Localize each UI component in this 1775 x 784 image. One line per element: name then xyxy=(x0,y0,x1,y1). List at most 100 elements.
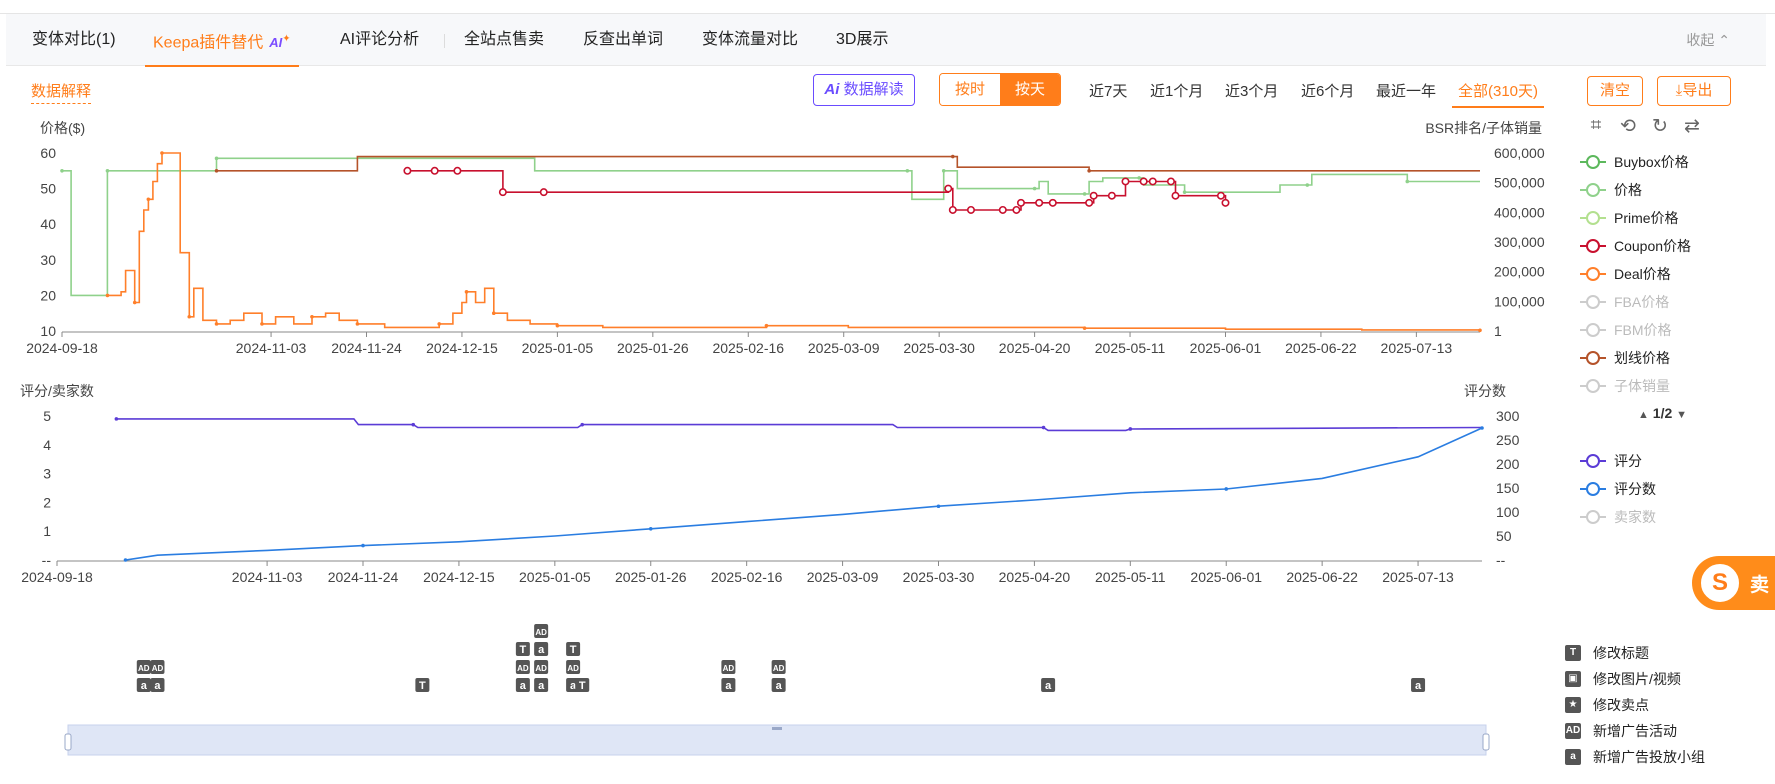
series-point xyxy=(114,417,119,421)
chart-1-ytick-right: 50 xyxy=(1496,528,1512,544)
chart-1-xtick-label: 2025-05-11 xyxy=(1095,569,1166,585)
chart-1-xtick-label: 2025-06-01 xyxy=(1190,569,1262,585)
coupon-point xyxy=(1121,177,1130,186)
chart-0-ytick-right: 1 xyxy=(1494,323,1502,339)
amazon-icon: a xyxy=(1565,749,1581,765)
legend-swatch xyxy=(1580,295,1606,309)
legend-deal-price[interactable]: Deal价格 xyxy=(1580,260,1691,288)
series-Coupon价格-line xyxy=(407,170,1227,211)
series-point xyxy=(146,197,151,202)
series-point xyxy=(361,543,365,548)
coupon-point xyxy=(430,166,439,175)
series-point xyxy=(1128,427,1133,431)
series-point xyxy=(764,323,769,328)
chart-1-ytick-right: 150 xyxy=(1496,480,1520,496)
change-marker-label: AD xyxy=(773,664,785,673)
series-point xyxy=(1137,176,1141,180)
series-point xyxy=(437,322,442,326)
swatch-dot xyxy=(1586,211,1600,225)
triangle-up-icon[interactable]: ▲ xyxy=(1638,409,1649,421)
series-point xyxy=(214,322,219,326)
collapse-button[interactable]: 收起 ⌃ xyxy=(1686,14,1730,66)
chart-1-xtick-label: 2025-01-26 xyxy=(615,569,687,585)
chart-1-ytick-left: 5 xyxy=(43,408,51,424)
chevron-up-icon: ⌃ xyxy=(1718,32,1730,48)
chart-1-ytick-left: 3 xyxy=(43,466,51,482)
legend-swatch xyxy=(1580,239,1606,253)
chart-1-ylabel-left: 评分/卖家数 xyxy=(20,383,94,399)
legend-swatch xyxy=(1580,267,1606,281)
legend-child-sales[interactable]: 子体销量 xyxy=(1580,372,1691,400)
change-marker-label: a xyxy=(538,680,545,692)
brand-logo-icon: S xyxy=(1698,561,1742,605)
legend-pager: ▲ 1/2 ▼ xyxy=(1638,405,1688,421)
legend-fbm-price[interactable]: FBM价格 xyxy=(1580,316,1691,344)
chart-canvas: 价格($) BSR排名/子体销量 10 20 30 40 50 60 1 100,000 200,0… xyxy=(20,120,1545,756)
change-marker-label: AD xyxy=(723,664,735,673)
triangle-down-icon[interactable]: ▼ xyxy=(1676,409,1687,421)
series-point xyxy=(355,322,360,326)
coupon-point xyxy=(948,205,957,214)
chart-1-ytick-right: 100 xyxy=(1496,504,1520,520)
chart-0-ytick-left: 60 xyxy=(40,145,56,161)
coupon-point xyxy=(966,205,975,214)
legend-coupon-price[interactable]: Coupon价格 xyxy=(1580,232,1691,260)
series-point xyxy=(1182,190,1187,194)
change-marker-label: a xyxy=(1415,680,1422,692)
change-type-legend: T 修改标题 ▣ 修改图片/视频 ★ 修改卖点 AD 新增广告活动 a 新增广告投放小组 xyxy=(1565,640,1705,770)
coupon-point xyxy=(539,188,548,197)
coupon-point xyxy=(453,166,462,175)
legend-seller-count[interactable]: 卖家数 xyxy=(1580,503,1656,531)
chart-0-xtick-label: 2024-11-24 xyxy=(331,340,402,356)
chart-0-ytick-right: 200,000 xyxy=(1494,264,1545,280)
coupon-point xyxy=(1016,198,1025,207)
series-point xyxy=(1082,326,1087,330)
series-point xyxy=(123,558,128,562)
coupon-point xyxy=(1216,191,1225,200)
swap-icon[interactable]: ⇄ xyxy=(1681,115,1703,138)
series-point xyxy=(555,323,560,328)
chart-0-ytick-right: 400,000 xyxy=(1494,204,1545,220)
change-marker-label: a xyxy=(1045,680,1052,692)
chart-0-xtick-label: 2025-05-11 xyxy=(1095,340,1166,356)
legend-fba-price[interactable]: FBA价格 xyxy=(1580,288,1691,316)
series-point xyxy=(936,504,941,509)
chart-1-xtick-label: 2024-12-15 xyxy=(423,569,495,585)
series-point xyxy=(1224,487,1229,491)
series-point xyxy=(105,169,110,173)
change-marker-label: T xyxy=(570,644,577,656)
change-marker-label: a xyxy=(776,680,783,692)
series-point xyxy=(1405,179,1410,184)
series-评分数-line xyxy=(125,427,1483,561)
chart-0-ytick-right: 300,000 xyxy=(1494,234,1545,250)
legend-prime-price[interactable]: Prime价格 xyxy=(1580,204,1691,232)
chart-1-xtick-label: 2025-02-16 xyxy=(711,569,783,585)
chart-1-ytick-right: 250 xyxy=(1496,432,1520,448)
star-icon: ★ xyxy=(1565,697,1581,713)
chart-1-xtick-label: 2025-03-09 xyxy=(807,569,879,585)
series-point xyxy=(1480,426,1484,430)
coupon-point xyxy=(498,188,507,197)
legend-rating[interactable]: 评分 xyxy=(1580,447,1656,475)
series-point xyxy=(491,311,496,316)
zoom-reset-icon[interactable]: ⟲ xyxy=(1617,115,1639,138)
legend-swatch xyxy=(1580,510,1606,524)
clear-button[interactable]: 清空 xyxy=(1587,76,1643,106)
legend-swatch xyxy=(1580,482,1606,496)
export-button[interactable]: ⤓导出 xyxy=(1657,76,1731,106)
legend-rating-count[interactable]: 评分数 xyxy=(1580,475,1656,503)
series-point xyxy=(1082,192,1087,196)
floating-brand-button[interactable]: S 卖 xyxy=(1692,556,1775,610)
legend-buybox-price[interactable]: Buybox价格 xyxy=(1580,148,1691,176)
chart-0-ytick-left: 40 xyxy=(40,216,56,232)
chart-1-ylabel-right: 评分数 xyxy=(1464,383,1506,399)
swatch-dot xyxy=(1586,239,1600,253)
zoom-select-icon[interactable]: ⌗ xyxy=(1585,115,1607,138)
image-change-icon: ▣ xyxy=(1565,671,1581,687)
legend-price[interactable]: 价格 xyxy=(1580,176,1691,204)
series-point xyxy=(580,422,585,427)
legend-list-price[interactable]: 划线价格 xyxy=(1580,344,1691,372)
series-point xyxy=(105,293,110,298)
coupon-point xyxy=(403,166,412,175)
restore-icon[interactable]: ↻ xyxy=(1649,115,1671,138)
